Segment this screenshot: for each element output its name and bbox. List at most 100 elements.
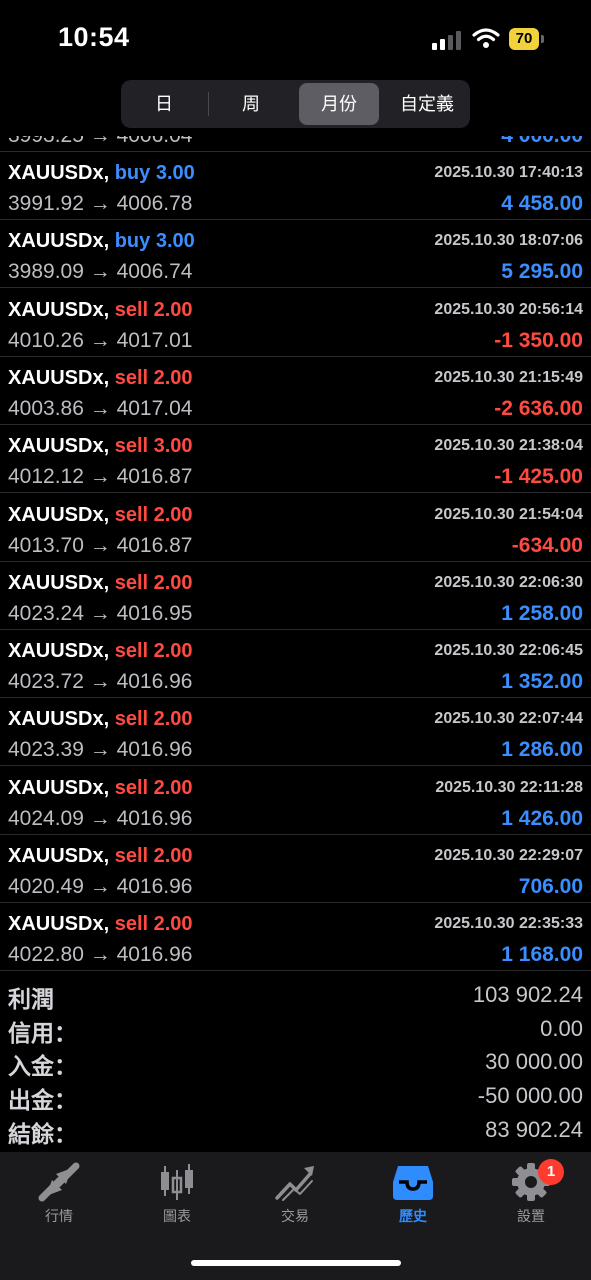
trade-symbol: XAUUSDx, buy 3.00 xyxy=(8,162,195,184)
summary-deposit: 入金： 30 000.00 xyxy=(8,1049,583,1079)
trade-row[interactable]: XAUUSDx, sell 3.00 2025.10.30 21:38:04 401… xyxy=(0,425,591,494)
trade-datetime: 2025.10.30 17:40:13 xyxy=(434,164,583,181)
battery-level: 70 xyxy=(509,28,539,50)
tab-history[interactable]: 歷史 xyxy=(368,1162,458,1232)
tab-trade[interactable]: 交易 xyxy=(250,1162,340,1232)
trade-volume: 2.00 xyxy=(153,640,193,663)
trade-symbol: XAUUSDx, sell 2.00 xyxy=(8,298,193,321)
trade-side: sell 2.00 xyxy=(114,845,193,867)
trade-trend-icon xyxy=(275,1166,314,1201)
trade-prices: 4003.86 → 4017.04 xyxy=(8,396,193,420)
trade-volume: 2.00 xyxy=(153,298,193,321)
history-inbox-icon xyxy=(393,1166,433,1200)
battery-icon: 70 xyxy=(509,28,549,50)
tab-quotes[interactable]: 行情 xyxy=(14,1162,104,1232)
tab-charts[interactable]: 圖表 xyxy=(132,1162,222,1232)
trade-symbol: XAUUSDx, sell 2.00 xyxy=(8,845,193,867)
trade-side: sell 2.00 xyxy=(114,503,193,526)
cellular-signal-icon xyxy=(432,31,461,50)
wifi-icon xyxy=(472,28,500,48)
trade-profit: 1 286.00 xyxy=(501,738,583,762)
segment-custom[interactable]: 自定義 xyxy=(387,83,467,125)
trade-prices: 4012.12 → 4016.87 xyxy=(8,465,193,489)
trade-prices: 3993.25 → 4006.04 xyxy=(8,136,193,148)
trade-prices: 4022.80 → 4016.96 xyxy=(8,943,193,967)
trade-profit: 4 458.00 xyxy=(501,192,583,215)
trade-profit: -634.00 xyxy=(511,533,583,557)
trade-row[interactable]: XAUUSDx, buy 3.00 2025.10.30 17:40:13 3991… xyxy=(0,152,591,220)
trade-row[interactable]: XAUUSDx, sell 2.00 2025.10.30 22:07:44 402… xyxy=(0,698,591,767)
trade-prices: 4013.70 → 4016.87 xyxy=(8,533,193,557)
trade-datetime: 2025.10.30 21:15:49 xyxy=(434,368,583,386)
clock: 10:54 xyxy=(58,22,130,52)
segment-day[interactable]: 日 xyxy=(124,83,204,125)
trade-profit: -2 636.00 xyxy=(494,396,583,420)
trade-row[interactable]: XAUUSDx, sell 2.00 2025.10.30 22:06:30 402… xyxy=(0,562,591,630)
trade-symbol: XAUUSDx, sell 2.00 xyxy=(8,640,193,663)
trade-prices: 4020.49 → 4016.96 xyxy=(8,875,193,898)
trade-profit: 1 258.00 xyxy=(501,601,583,625)
trade-row[interactable]: XAUUSDx, sell 2.00 2025.10.30 22:06:45 402… xyxy=(0,630,591,699)
trade-profit: 1 352.00 xyxy=(501,670,583,694)
trade-side: sell 2.00 xyxy=(114,640,193,663)
trade-symbol: XAUUSDx, sell 2.00 xyxy=(8,571,193,594)
trade-symbol: XAUUSDx, buy 3.00 xyxy=(8,230,195,253)
trade-symbol: XAUUSDx, sell 2.00 xyxy=(8,503,193,526)
trade-datetime: 2025.10.30 21:54:04 xyxy=(434,505,583,523)
trade-row[interactable]: 3993.25 → 4006.04 4 000.00 xyxy=(0,136,591,152)
trade-row[interactable]: XAUUSDx, sell 2.00 2025.10.30 22:29:07 402… xyxy=(0,835,591,903)
trade-row[interactable]: XAUUSDx, sell 2.00 2025.10.30 21:15:49 400… xyxy=(0,357,591,425)
candlestick-chart-icon xyxy=(161,1164,193,1200)
period-selector: 日 周 月份 自定義 xyxy=(121,80,470,128)
trade-profit: -1 425.00 xyxy=(494,465,583,489)
trade-prices: 3991.92 → 4006.78 xyxy=(8,192,193,215)
trade-profit: 4 000.00 xyxy=(501,136,583,148)
trade-profit: 5 295.00 xyxy=(501,260,583,284)
trade-row[interactable]: XAUUSDx, sell 2.00 2025.10.30 22:11:28 402… xyxy=(0,767,591,835)
trade-row[interactable]: XAUUSDx, sell 2.00 2025.10.30 21:54:04 401… xyxy=(0,494,591,562)
trade-history-list[interactable]: 3993.25 → 4006.04 4 000.00 XAUUSDx, buy … xyxy=(0,136,591,971)
segment-month[interactable]: 月份 xyxy=(299,83,379,125)
trade-profit: 1 426.00 xyxy=(501,806,583,830)
summary-balance: 結餘： 83 902.24 xyxy=(8,1117,583,1147)
trade-datetime: 2025.10.30 22:29:07 xyxy=(434,847,583,864)
trade-prices: 4023.39 → 4016.96 xyxy=(8,738,193,762)
segment-week[interactable]: 周 xyxy=(211,83,291,125)
trade-side: sell 2.00 xyxy=(114,776,193,799)
summary-credit: 信用： 0.00 xyxy=(8,1016,583,1046)
trade-row[interactable]: XAUUSDx, sell 2.00 2025.10.30 20:56:14 401… xyxy=(0,289,591,357)
trade-symbol: XAUUSDx, sell 2.00 xyxy=(8,913,193,936)
notification-badge: 1 xyxy=(538,1159,564,1185)
trade-prices: 4023.72 → 4016.96 xyxy=(8,670,193,694)
trade-symbol: XAUUSDx, sell 2.00 xyxy=(8,366,193,389)
trade-symbol: XAUUSDx, sell 3.00 xyxy=(8,435,193,458)
trade-datetime: 2025.10.30 22:11:28 xyxy=(435,778,583,796)
trade-row[interactable]: XAUUSDx, sell 2.00 2025.10.30 22:35:33 402… xyxy=(0,903,591,971)
trade-prices: 4024.09 → 4016.96 xyxy=(8,806,193,830)
trade-prices: 4010.26 → 4017.01 xyxy=(8,328,193,352)
trade-profit: 706.00 xyxy=(518,875,583,898)
trade-side: buy 3.00 xyxy=(114,162,195,184)
trade-side: sell 2.00 xyxy=(114,366,193,389)
trade-symbol: XAUUSDx, sell 2.00 xyxy=(8,776,193,799)
trade-prices: 4023.24 → 4016.95 xyxy=(8,601,193,625)
tab-settings[interactable]: 設置 1 xyxy=(486,1159,576,1232)
trade-volume: 3.00 xyxy=(155,162,195,184)
trade-datetime: 2025.10.30 18:07:06 xyxy=(434,232,583,250)
trade-profit: -1 350.00 xyxy=(494,328,583,352)
trade-side: sell 2.00 xyxy=(114,298,193,321)
trade-volume: 2.00 xyxy=(153,366,193,389)
trade-volume: 2.00 xyxy=(153,776,193,799)
trade-volume: 2.00 xyxy=(153,571,193,594)
trade-side: sell 3.00 xyxy=(114,435,193,458)
trade-datetime: 2025.10.30 22:07:44 xyxy=(434,710,583,728)
trade-side: sell 2.00 xyxy=(114,708,193,731)
home-indicator xyxy=(191,1260,401,1266)
trade-row[interactable]: XAUUSDx, buy 3.00 2025.10.30 18:07:06 3989… xyxy=(0,220,591,289)
trade-datetime: 2025.10.30 22:06:30 xyxy=(434,573,583,591)
trade-prices: 3989.09 → 4006.74 xyxy=(8,260,193,284)
trade-datetime: 2025.10.30 21:38:04 xyxy=(434,437,583,455)
trade-volume: 2.00 xyxy=(153,913,193,936)
trade-symbol: XAUUSDx, sell 2.00 xyxy=(8,708,193,731)
trade-datetime: 2025.10.30 22:06:45 xyxy=(434,642,583,660)
